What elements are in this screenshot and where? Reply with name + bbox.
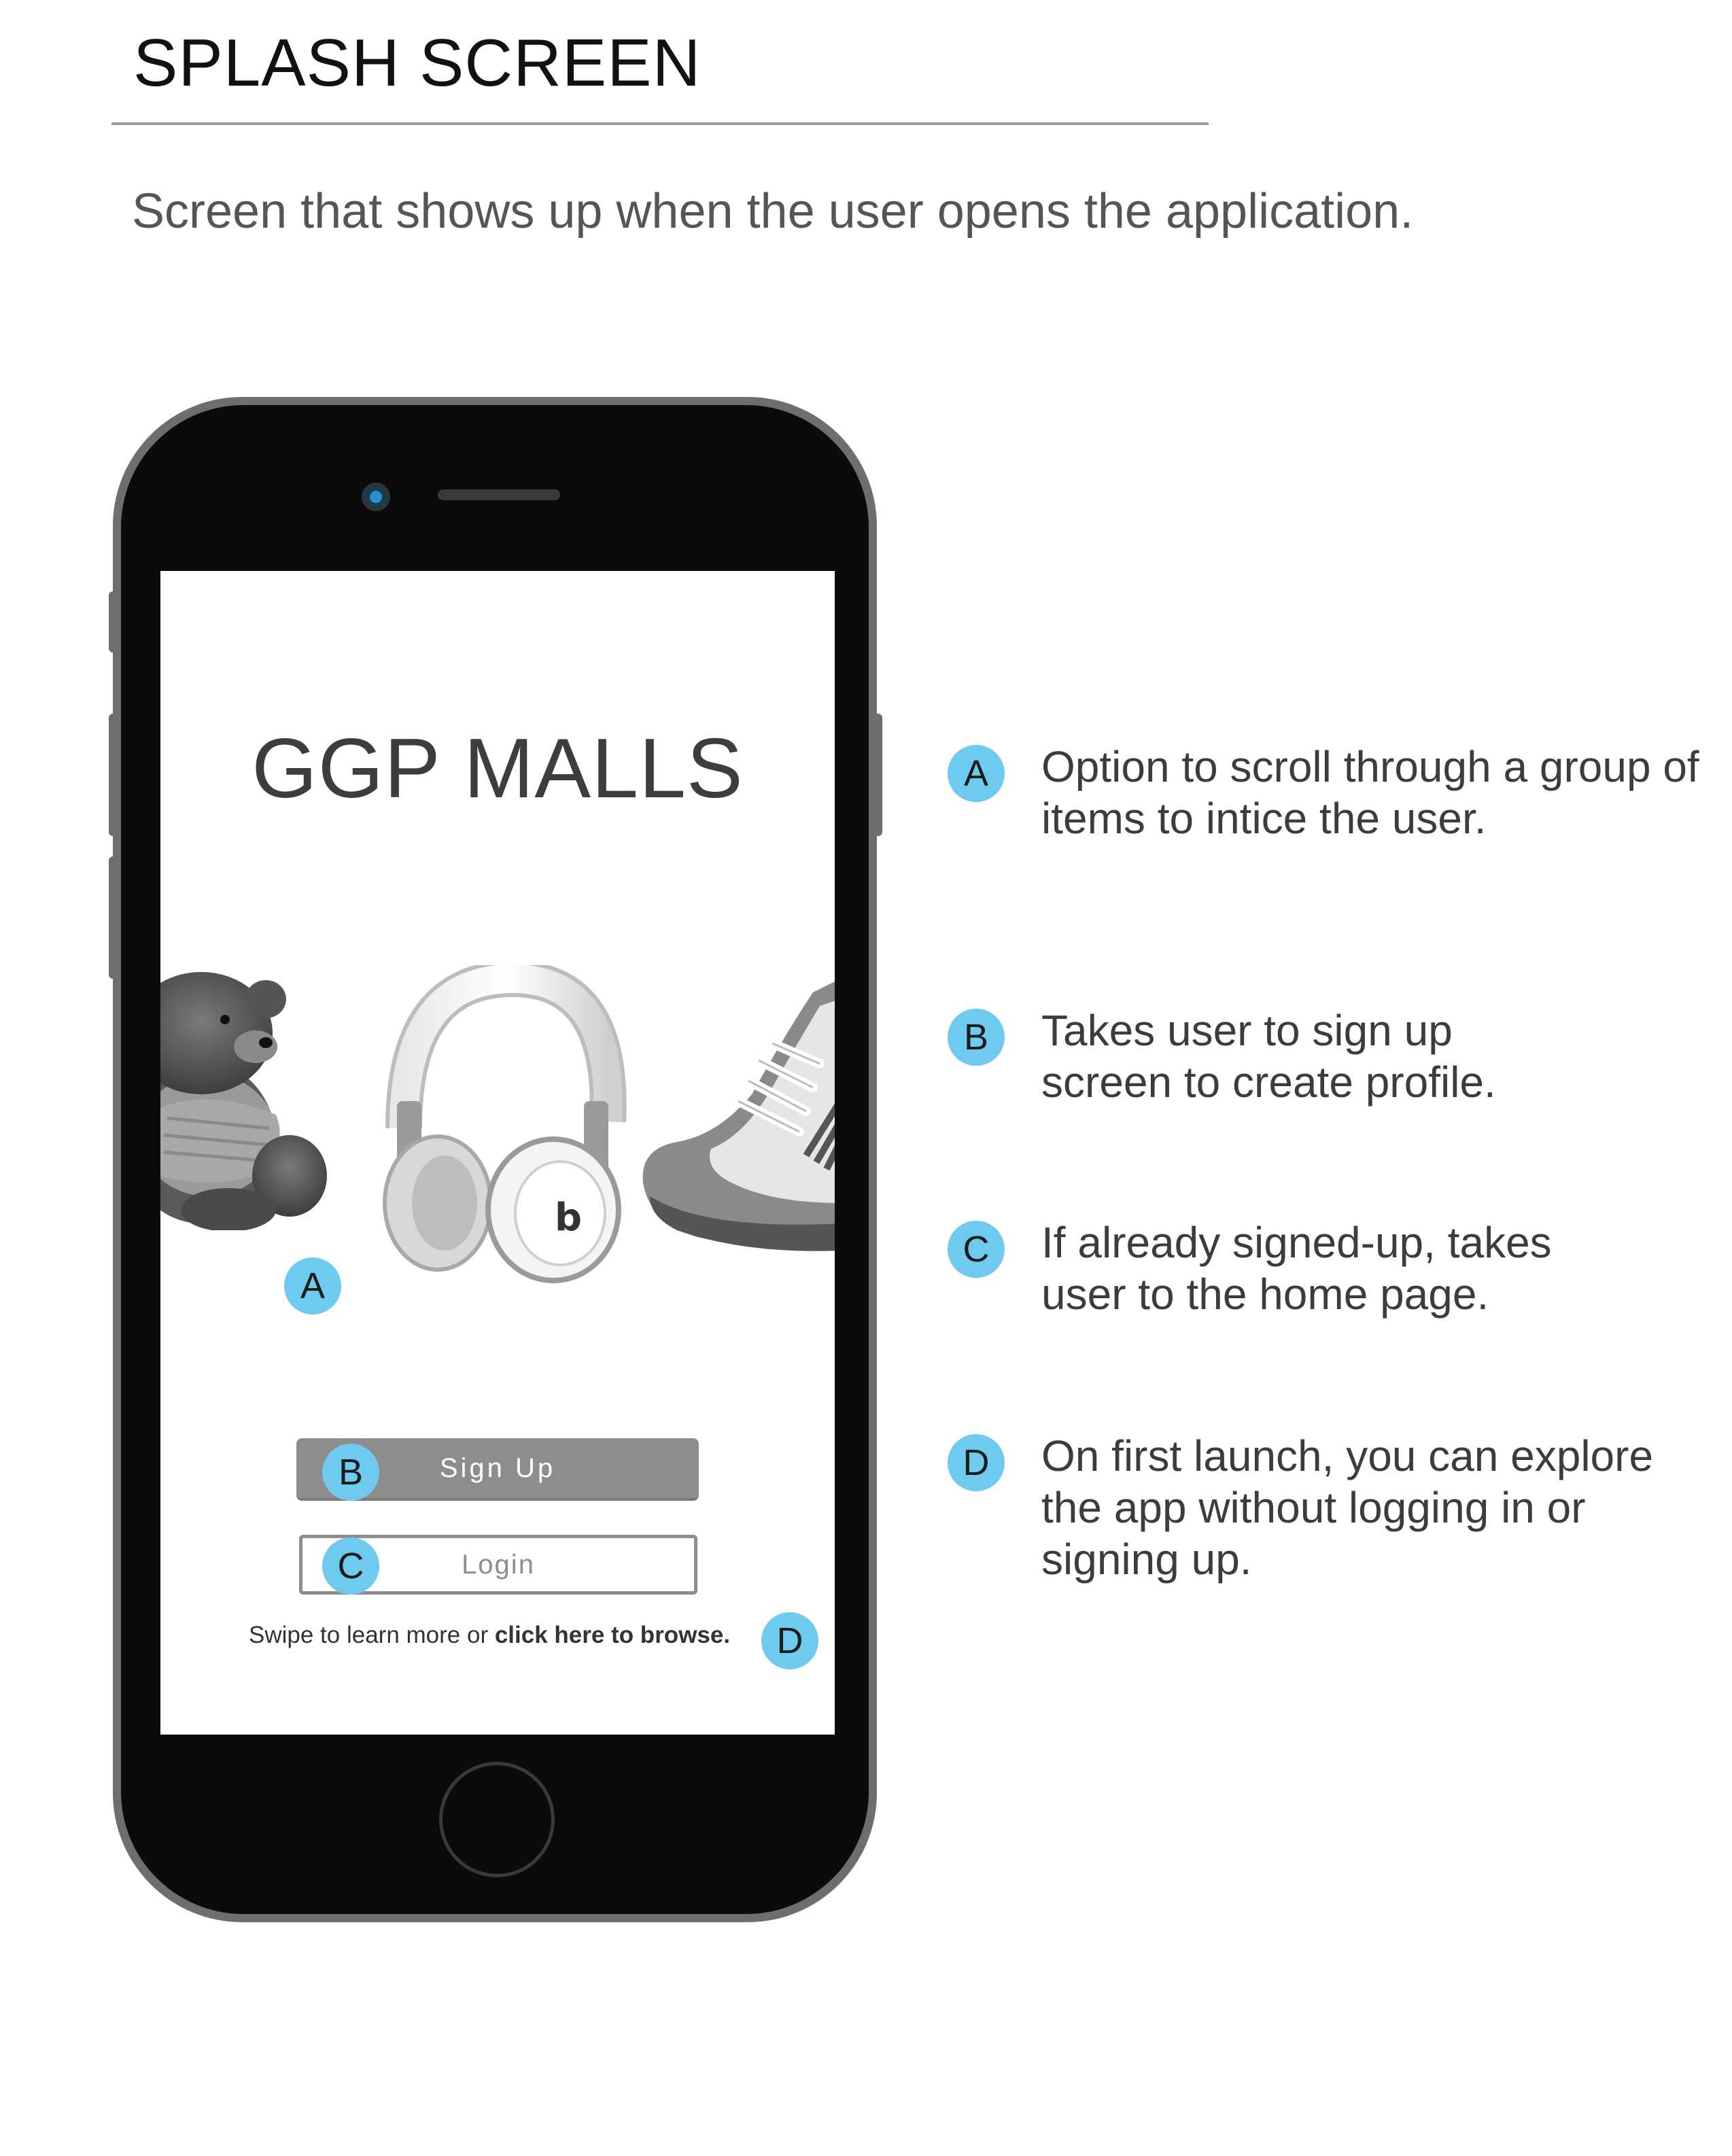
swipe-hint: Swipe to learn more or click here to bro… [249,1622,730,1649]
earpiece-speaker [438,489,560,500]
annotation-marker-c: C [948,1221,1005,1278]
phone-volume-up-button [109,714,118,836]
title-divider [111,122,1209,125]
teddy-bear-image [160,972,327,1230]
phone-power-button [873,714,882,836]
annotation-text-a: Option to scroll through a group of item… [1041,742,1699,843]
marker-c: C [322,1537,379,1595]
page-subtitle: Screen that shows up when the user opens… [132,184,1414,239]
marker-b: B [322,1444,379,1501]
phone-volume-down-button [109,856,118,979]
annotation-text-d: On first launch, you can explore the app… [1041,1431,1654,1584]
swipe-hint-text: Swipe to learn more or [249,1622,495,1648]
annotation-text-c: If already signed-up, takes user to the … [1041,1218,1552,1319]
browse-link[interactable]: click here to browse. [495,1622,730,1648]
annotation-text-b: Takes user to sign up screen to create p… [1041,1006,1496,1107]
headphones-image: b [383,965,627,1283]
phone-screen: GGP MALLS b Sign Up Login Swipe to learn… [160,571,835,1735]
svg-text:b: b [555,1196,582,1240]
app-title: GGP MALLS [252,722,744,816]
front-camera-icon [362,483,390,511]
phone-mute-switch [109,591,118,653]
annotation-marker-b: B [948,1009,1005,1066]
annotation-marker-a: A [948,745,1005,802]
page-title: SPLASH SCREEN [133,25,702,100]
marker-a: A [284,1257,341,1315]
home-button[interactable] [439,1762,555,1877]
marker-d: D [761,1612,818,1669]
annotation-marker-d: D [948,1434,1005,1491]
sneaker-image [642,981,835,1251]
